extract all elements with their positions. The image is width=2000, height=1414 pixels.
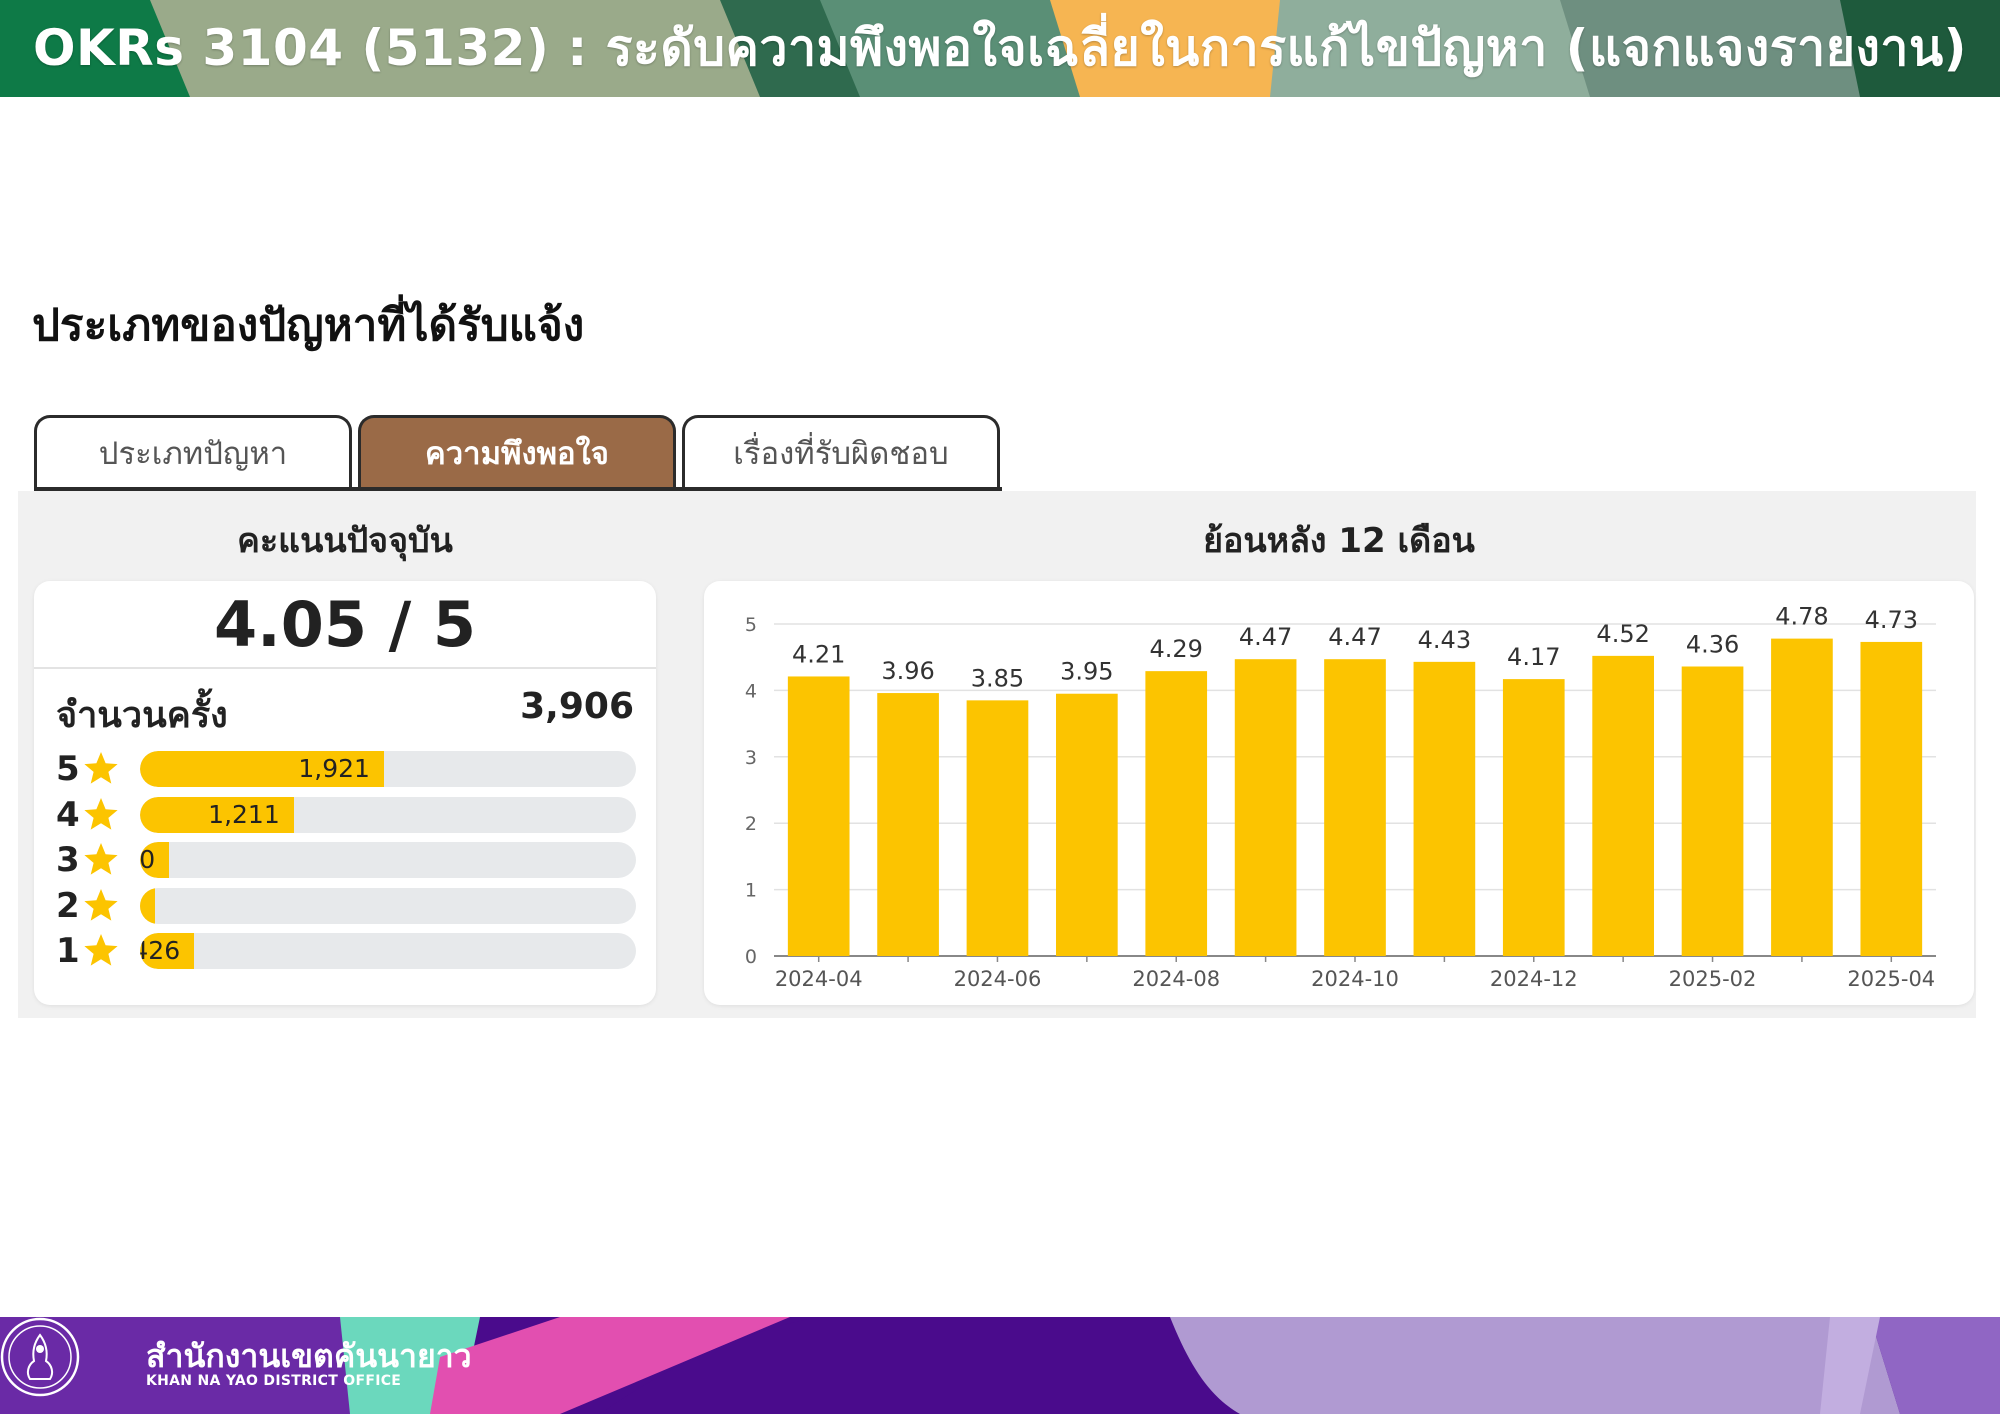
- rating-stars-label: 4: [56, 794, 80, 835]
- bar-value-label: 3.96: [881, 657, 934, 685]
- history-heading: ย้อนหลัง 12 เดือน: [1203, 521, 1475, 561]
- rating-bar-track: 230: [140, 842, 636, 878]
- district-seal-icon: [0, 1317, 80, 1397]
- rating-bar-fill: 1,921: [140, 751, 384, 787]
- rating-row-5: 5 1,921: [56, 749, 636, 789]
- section-title: ประเภทของปัญหาที่ได้รับแจ้ง: [32, 300, 585, 351]
- star-icon: [84, 797, 118, 830]
- bar: [1681, 666, 1744, 956]
- rating-bar-track: 1,211: [140, 796, 636, 833]
- rating-bar-track: 118: [140, 887, 636, 924]
- bar: [1145, 671, 1208, 956]
- org-name-en: KHAN NA YAO DISTRICT OFFICE: [146, 1373, 402, 1389]
- y-tick-label: 3: [745, 747, 757, 769]
- x-tick-label: 2025-02: [1669, 967, 1757, 991]
- rating-bar-fill: 426: [140, 933, 195, 969]
- rating-bar-track: 426: [140, 933, 636, 969]
- bar: [1771, 638, 1833, 956]
- current-score-heading: คะแนนปัจจุบัน: [237, 521, 453, 561]
- x-tick-label: 2024-06: [954, 967, 1042, 991]
- y-tick-label: 0: [745, 946, 757, 968]
- bar: [1234, 659, 1297, 956]
- star-icon: [84, 934, 118, 966]
- header-banner: OKRs 3104 (5132) : ระดับความพึงพอใจเฉลี่…: [0, 0, 2000, 97]
- bar-value-label: 4.17: [1507, 643, 1560, 671]
- bar: [1413, 661, 1476, 956]
- rating-count-label: 118: [140, 888, 141, 924]
- page-title: OKRs 3104 (5132) : ระดับความพึงพอใจเฉลี่…: [32, 19, 1968, 77]
- star-icon: [84, 888, 118, 921]
- rating-row-3: 3 230: [56, 840, 636, 880]
- rating-row-2: 2 118: [56, 886, 636, 926]
- tab-responsibility[interactable]: เรื่องที่รับผิดชอบ: [682, 415, 1000, 487]
- bar-value-label: 4.29: [1150, 635, 1203, 663]
- bar-value-label: 3.85: [971, 664, 1024, 692]
- satisfaction-panel: คะแนนปัจจุบัน ย้อนหลัง 12 เดือน 4.05 / 5…: [18, 491, 1976, 1018]
- rating-bar-fill: 1,211: [140, 796, 294, 833]
- bar: [787, 676, 850, 956]
- average-score: 4.05 / 5: [34, 581, 656, 669]
- bar: [1056, 693, 1118, 956]
- x-tick-label: 2024-12: [1490, 967, 1578, 991]
- bar-value-label: 3.95: [1060, 658, 1113, 686]
- bar-value-label: 4.52: [1596, 620, 1649, 648]
- bar-value-label: 4.21: [792, 640, 845, 668]
- x-tick-label: 2025-04: [1847, 967, 1935, 991]
- tab-satisfaction[interactable]: ความพึงพอใจ: [358, 415, 676, 487]
- rating-bar-fill: 230: [140, 842, 170, 878]
- rating-count-label: 230: [140, 845, 156, 874]
- y-tick-label: 4: [745, 680, 757, 702]
- x-tick-label: 2024-10: [1311, 967, 1399, 991]
- bar: [1502, 679, 1565, 956]
- tab-bar: ประเภทปัญหา ความพึงพอใจ เรื่องที่รับผิดช…: [34, 415, 1006, 491]
- bar: [877, 693, 939, 956]
- bar: [966, 700, 1029, 956]
- rating-bar-fill: 118: [140, 887, 155, 924]
- star-icon: [84, 843, 118, 875]
- y-tick-label: 2: [745, 813, 757, 835]
- x-tick-label: 2024-04: [775, 967, 863, 991]
- history-chart-card: 0 1 2 3 4 5 4.21 3.96 3.85 3.95 4.29 4.47 4.47 4.43 4.…: [704, 581, 1974, 1005]
- rating-row-4: 4 1,211: [56, 795, 636, 835]
- bar-value-label: 4.43: [1418, 626, 1471, 654]
- bar-value-label: 4.47: [1328, 623, 1381, 651]
- history-bar-chart: 0 1 2 3 4 5 4.21 3.96 3.85 3.95 4.29 4.47 4.47 4.43 4.…: [745, 603, 1936, 991]
- rating-row-1: 1 426: [56, 931, 636, 971]
- rating-stars-label: 2: [56, 885, 80, 926]
- rating-count-label: 1,211: [208, 799, 280, 829]
- bar-value-label: 4.47: [1239, 623, 1292, 651]
- rating-bar-track: 1,921: [140, 751, 636, 787]
- tab-problem-type[interactable]: ประเภทปัญหา: [34, 415, 352, 487]
- footer-banner: สำนักงานเขตคันนายาว KHAN NA YAO DISTRICT…: [0, 1317, 2000, 1414]
- star-icon: [84, 752, 118, 784]
- bar: [1324, 659, 1386, 956]
- count-label: จำนวนครั้ง: [56, 695, 228, 736]
- rating-stars-label: 1: [56, 931, 80, 971]
- rating-count-label: 426: [140, 936, 181, 965]
- rating-count-label: 1,921: [298, 754, 370, 783]
- bar: [1860, 641, 1923, 956]
- count-value: 3,906: [520, 686, 634, 727]
- rating-stars-label: 5: [56, 749, 80, 789]
- rating-stars-label: 3: [56, 840, 80, 880]
- current-score-card: 4.05 / 5 จำนวนครั้ง 3,906 5 1,921 4 1,211 3 2…: [34, 581, 656, 1005]
- bar-value-label: 4.73: [1865, 606, 1918, 634]
- y-tick-label: 5: [745, 614, 757, 636]
- bar-value-label: 4.78: [1775, 603, 1828, 631]
- x-tick-label: 2024-08: [1132, 967, 1220, 991]
- bar: [1592, 655, 1654, 956]
- bar-value-label: 4.36: [1686, 630, 1739, 658]
- y-tick-label: 1: [745, 880, 757, 902]
